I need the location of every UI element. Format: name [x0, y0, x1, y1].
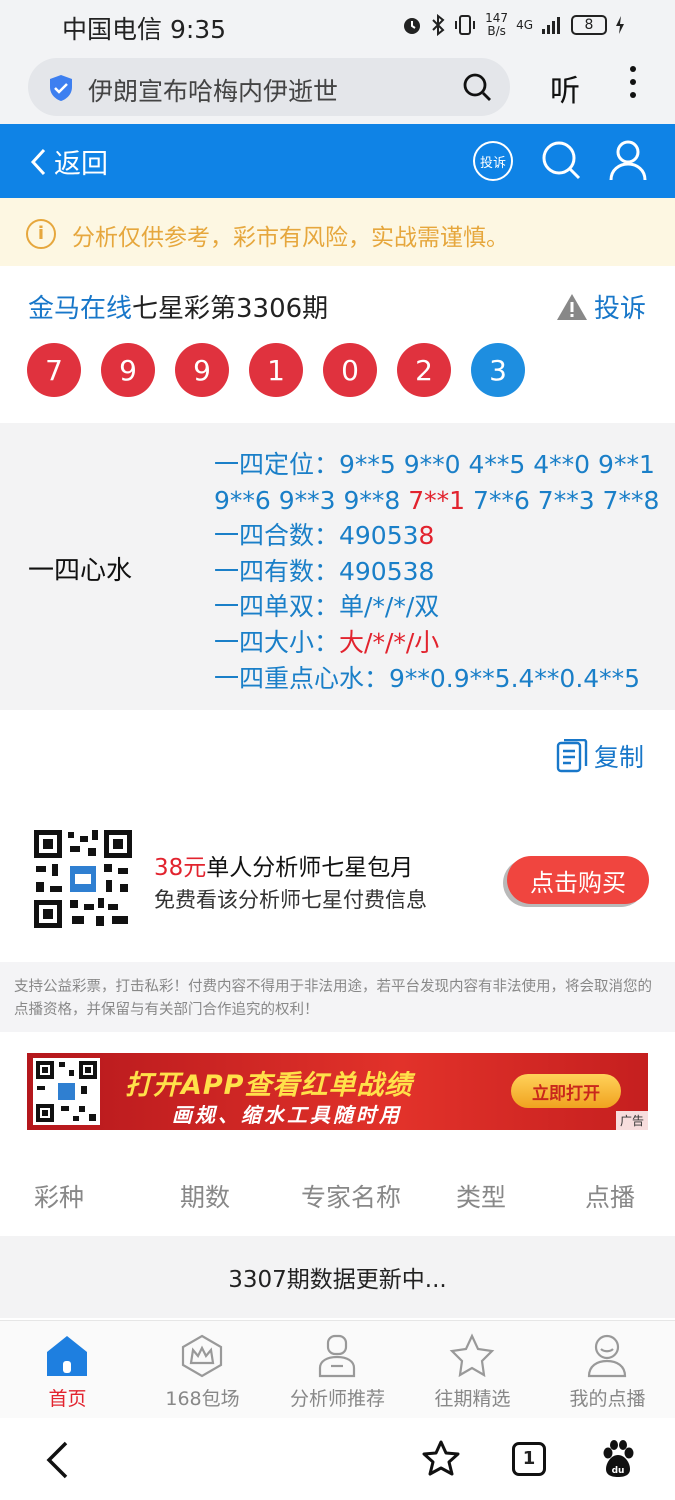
browser-bar: 伊朗宣布哈梅内伊逝世 听	[0, 52, 675, 124]
bottom-tab-bar: 首页 168包场 分析师推荐 往期精选 我的点播	[0, 1320, 675, 1418]
number-ball: 0	[323, 343, 377, 397]
analysis-line: 一四有数：490538	[214, 556, 435, 586]
special-number-ball: 3	[471, 343, 525, 397]
disclaimer-text: 支持公益彩票，打击私彩！付费内容不得用于非法用途，若平台发现内容有非法使用，将会…	[0, 962, 675, 1032]
draw-numbers: 7 9 9 1 0 2 3	[27, 343, 525, 397]
analysis-panel: 一四心水 一四定位：9**5 9**0 4**5 4**0 9**1 9**6 …	[0, 423, 675, 710]
charging-icon	[616, 16, 624, 34]
column-header: 点播	[585, 1183, 636, 1212]
vibrate-icon	[455, 15, 476, 35]
analysis-lines: 一四定位：9**5 9**0 4**5 4**0 9**1 9**6 9**3 …	[214, 447, 659, 696]
document-copy-icon	[556, 739, 588, 773]
analysis-line: 一四定位：9**5 9**0 4**5 4**0 9**1	[214, 450, 655, 479]
number-ball: 2	[397, 343, 451, 397]
home-icon	[47, 1336, 87, 1376]
number-ball: 7	[27, 343, 81, 397]
user-icon[interactable]	[608, 138, 648, 182]
chevron-left-icon	[30, 148, 46, 175]
back-button[interactable]: 返回	[30, 142, 108, 181]
open-app-button[interactable]: 立即打开	[511, 1074, 621, 1108]
alarm-icon	[404, 18, 421, 34]
promo-subtitle: 免费看该分析师七星付费信息	[154, 888, 427, 912]
column-header: 专家名称	[301, 1183, 402, 1212]
data-updating-row: 3307期数据更新中...	[0, 1236, 675, 1318]
banner-headline: 打开APP查看红单战绩	[125, 1070, 413, 1101]
tab-home[interactable]: 首页	[0, 1321, 135, 1419]
app-ad-banner[interactable]: 打开APP查看红单战绩 画规、缩水工具随时用 立即打开 广告	[27, 1053, 648, 1130]
analysis-line: 一四重点心水：9**0.9**5.4**0.4**5	[214, 663, 641, 693]
back-arrow-icon[interactable]	[44, 1440, 72, 1480]
listen-button[interactable]: 听	[550, 66, 580, 110]
analysis-line: 一四合数：490538	[214, 521, 435, 551]
number-ball: 9	[101, 343, 155, 397]
info-icon: i	[26, 219, 56, 249]
analysis-label: 一四心水	[28, 556, 133, 586]
promo-price: 38元	[154, 855, 207, 881]
tab-count-button[interactable]: 1	[512, 1442, 546, 1476]
brand-link[interactable]: 金马在线	[28, 294, 132, 324]
browser-nav-bar: 1 du	[0, 1418, 675, 1500]
qr-code-icon	[32, 828, 134, 930]
search-bar[interactable]: 伊朗宣布哈梅内伊逝世	[28, 58, 510, 116]
signal-icon: 4G	[516, 18, 533, 32]
battery-icon: 8	[571, 15, 607, 35]
risk-warning: i 分析仅供参考，彩市有风险，实战需谨慎。	[0, 198, 675, 266]
analysis-line: 一四单双：单/*/*/双	[214, 592, 440, 622]
status-icons: 147 B/s 4G 8	[401, 10, 625, 40]
complain-label: 投诉	[594, 294, 647, 324]
more-menu-icon[interactable]	[628, 66, 638, 106]
page-header: 返回 投诉	[0, 124, 675, 198]
tab-168-package[interactable]: 168包场	[135, 1321, 270, 1419]
tab-analyst-recommend[interactable]: 分析师推荐	[270, 1321, 405, 1419]
warning-triangle-icon	[557, 293, 587, 320]
table-header: 彩种 期数 专家名称 类型 点播	[0, 1160, 675, 1226]
banner-subline: 画规、缩水工具随时用	[172, 1103, 402, 1127]
signal-bars-icon	[542, 17, 560, 34]
baidu-paw-icon[interactable]: du	[600, 1440, 636, 1478]
buy-button[interactable]: 点击购买	[507, 856, 649, 904]
issue-title: 金马在线七星彩第3306期	[28, 288, 328, 325]
promo-title: 38元单人分析师七星包月	[154, 855, 414, 881]
star-icon[interactable]	[422, 1440, 460, 1478]
column-header: 彩种	[34, 1183, 85, 1212]
analyst-icon	[318, 1334, 356, 1378]
carrier-time: 中国电信 9:35	[62, 15, 227, 44]
ad-tag: 广告	[615, 1111, 648, 1130]
number-ball: 9	[175, 343, 229, 397]
qr-code-icon	[33, 1058, 100, 1125]
status-bar: 中国电信 9:35 147 B/s 4G 8	[0, 0, 675, 52]
copy-button[interactable]: 复制	[556, 738, 644, 774]
issue-name: 七星彩第3306期	[132, 294, 329, 324]
svg-text:du: du	[612, 1466, 625, 1476]
user-icon	[587, 1334, 627, 1378]
bluetooth-icon	[432, 14, 445, 36]
search-icon[interactable]	[462, 72, 492, 102]
star-icon	[449, 1333, 495, 1378]
copy-label: 复制	[594, 743, 645, 772]
app-root: 中国电信 9:35 147 B/s 4G 8 伊朗宣布哈梅内伊逝世 听 返回 投诉	[0, 0, 675, 1500]
shield-icon	[50, 75, 72, 101]
search-icon[interactable]	[540, 139, 582, 181]
analysis-line: 9**6 9**3 9**8 7**1 7**6 7**3 7**8	[214, 485, 660, 515]
back-label: 返回	[54, 149, 108, 180]
warning-text: 分析仅供参考，彩市有风险，实战需谨慎。	[72, 225, 509, 251]
tab-my-orders[interactable]: 我的点播	[540, 1321, 675, 1419]
search-query[interactable]: 伊朗宣布哈梅内伊逝世	[88, 72, 338, 108]
column-header: 期数	[180, 1183, 231, 1212]
number-ball: 1	[249, 343, 303, 397]
tab-past-picks[interactable]: 往期精选	[405, 1321, 540, 1419]
complain-icon[interactable]: 投诉	[473, 141, 513, 181]
column-header: 类型	[456, 1183, 507, 1212]
analysis-line: 一四大小：大/*/*/小	[214, 627, 440, 657]
crown-icon	[181, 1334, 223, 1378]
complain-button[interactable]: 投诉	[556, 288, 646, 325]
net-speed: 147 B/s	[485, 11, 509, 38]
